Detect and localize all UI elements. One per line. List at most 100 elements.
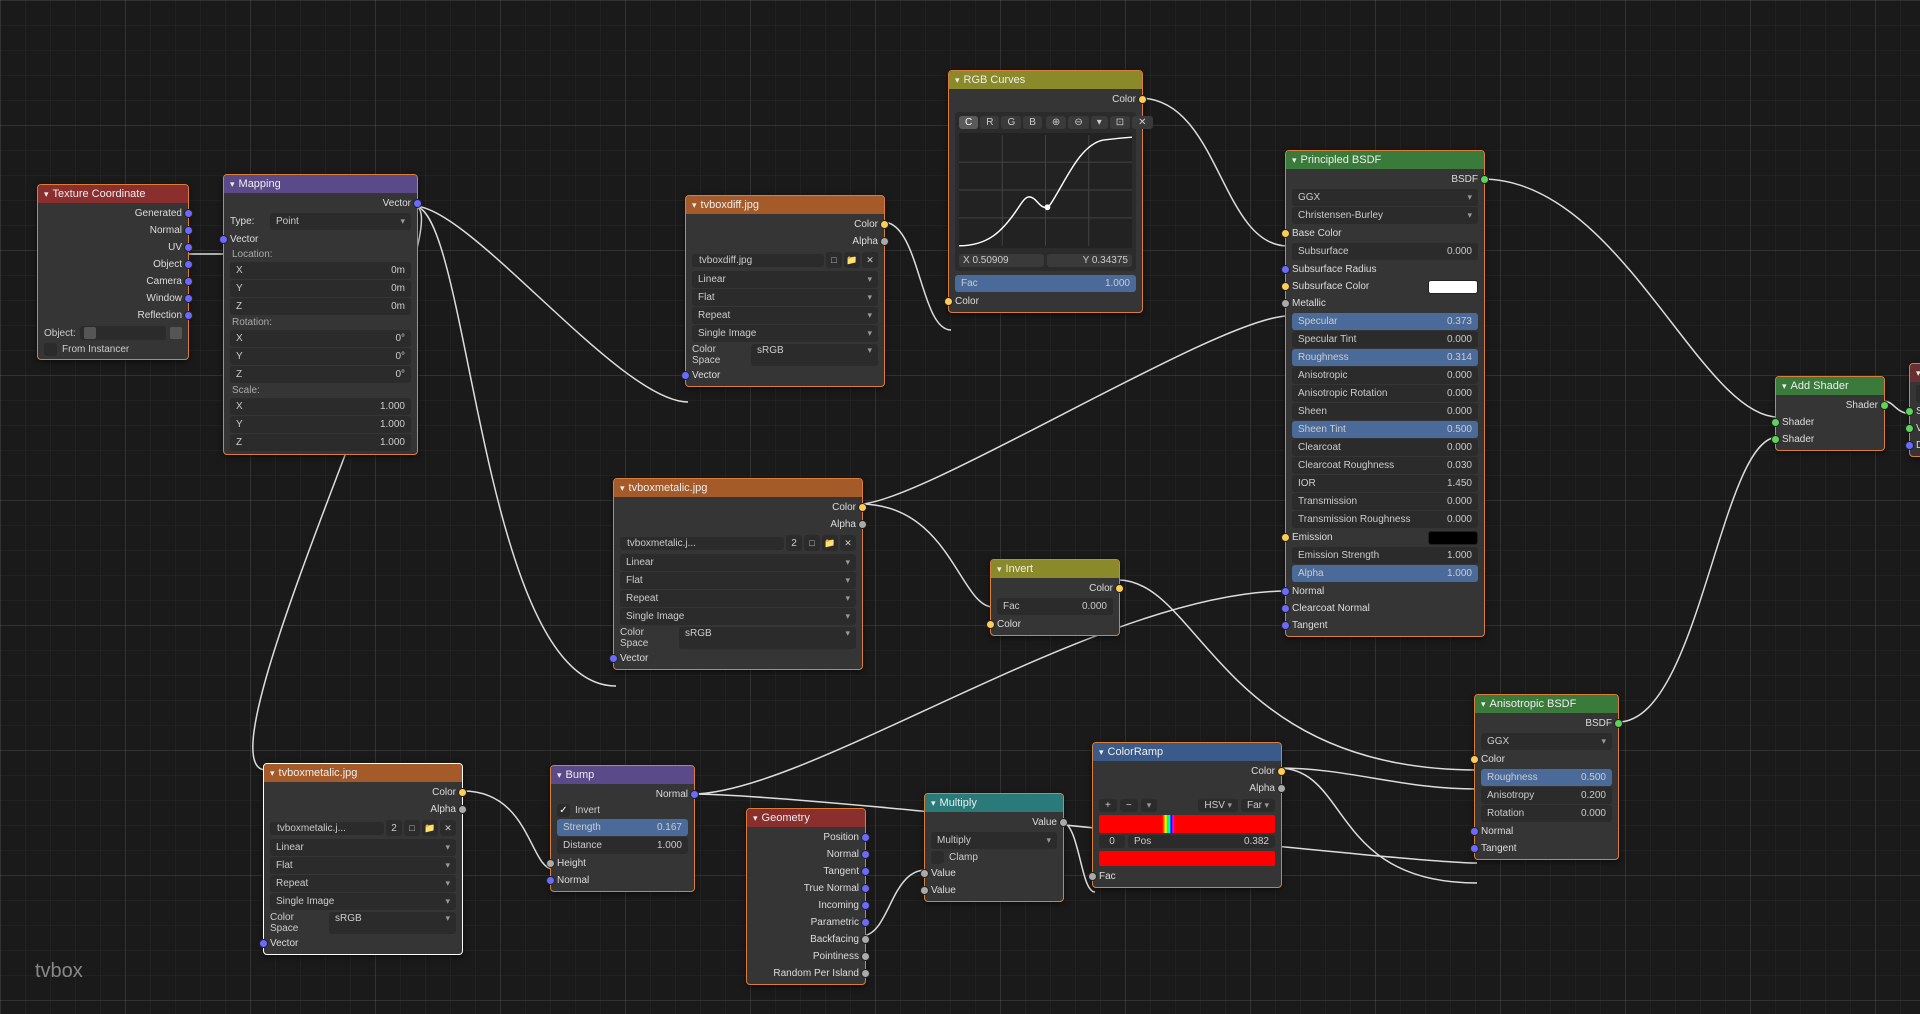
anisotropy-slider[interactable]: Anisotropy0.200 [1481,787,1612,804]
open-image-icon[interactable]: 📁 [422,820,438,836]
interpolation-dropdown[interactable]: Far [1241,799,1275,812]
node-anisotropic-bsdf[interactable]: Anisotropic BSDF BSDF GGX Color Roughnes… [1474,694,1619,860]
location-z[interactable]: Z0m [230,298,411,315]
color-ramp-gradient[interactable] [1099,815,1275,833]
node-image-texture-metallic-2[interactable]: tvboxmetalic.jpg Color Alpha tvboxmetali… [263,763,463,955]
new-image-icon[interactable]: □ [404,820,420,836]
node-invert[interactable]: Invert Color Fac0.000 Color [990,559,1120,636]
target-dropdown[interactable]: All [1916,385,1920,402]
location-y[interactable]: Y0m [230,280,411,297]
node-header[interactable]: Anisotropic BSDF [1475,695,1618,713]
stop-index[interactable]: 0 [1099,835,1125,848]
object-selector[interactable]: Object: [38,324,188,342]
colormode-dropdown[interactable]: HSV [1198,799,1238,812]
unlink-icon[interactable]: ✕ [862,252,878,268]
slider-specular[interactable]: Specular0.373 [1292,313,1478,330]
image-selector[interactable]: tvboxmetalic.j...2□📁✕ [614,533,862,553]
channel-g-tab[interactable]: G [1001,116,1021,129]
clip-icon[interactable]: ⊡ [1110,116,1130,129]
node-header[interactable]: Texture Coordinate [38,185,188,203]
colorspace-dropdown[interactable]: Color SpacesRGB [264,911,462,935]
node-header[interactable]: Mapping [224,175,417,193]
new-image-icon[interactable]: □ [804,535,820,551]
slider-roughness[interactable]: Roughness0.314 [1292,349,1478,366]
add-stop-icon[interactable]: + [1099,799,1117,812]
node-header[interactable]: Bump [551,766,694,784]
sss-method-dropdown[interactable]: Christensen-Burley [1292,207,1478,224]
open-image-icon[interactable]: 📁 [844,252,860,268]
unlink-icon[interactable]: ✕ [840,535,856,551]
slider-transmission[interactable]: Transmission0.000 [1292,493,1478,510]
node-header[interactable]: Geometry [747,809,865,827]
fac-slider[interactable]: Fac1.000 [955,275,1136,292]
node-header[interactable]: Principled BSDF [1286,151,1484,169]
slider-emission-strength[interactable]: Emission Strength1.000 [1292,547,1478,564]
slider-anisotropic[interactable]: Anisotropic0.000 [1292,367,1478,384]
stop-color-swatch[interactable] [1099,851,1275,866]
zoom-out-icon[interactable]: ⊖ [1068,116,1088,129]
distribution-dropdown[interactable]: GGX [1481,733,1612,750]
scale-x[interactable]: X1.000 [230,398,411,415]
rotation-z[interactable]: Z0° [230,366,411,383]
node-bump[interactable]: Bump Normal Invert Strength0.167 Distanc… [550,765,695,892]
node-header[interactable]: RGB Curves [949,71,1142,89]
node-add-shader[interactable]: Add Shader Shader Shader Shader [1775,376,1885,451]
delete-point-icon[interactable]: ✕ [1132,116,1152,129]
extension-dropdown[interactable]: Repeat [620,590,856,607]
interpolation-dropdown[interactable]: Linear [620,554,856,571]
slider-sheen[interactable]: Sheen0.000 [1292,403,1478,420]
channel-c-tab[interactable]: C [959,116,978,129]
node-geometry[interactable]: Geometry Position Normal Tangent True No… [746,808,866,985]
image-selector[interactable]: tvboxdiff.jpg□📁✕ [686,250,884,270]
node-material-output[interactable]: Material Output All Surface Volume Displ… [1909,363,1920,457]
tools-dropdown[interactable] [1141,799,1158,812]
source-dropdown[interactable]: Single Image [270,893,456,910]
extension-dropdown[interactable]: Repeat [692,307,878,324]
node-mapping[interactable]: Mapping Vector Type:Point Vector Locatio… [223,174,418,455]
unlink-icon[interactable]: ✕ [440,820,456,836]
slider-anisotropic-rotation[interactable]: Anisotropic Rotation0.000 [1292,385,1478,402]
node-header[interactable]: tvboxmetalic.jpg [614,479,862,497]
distribution-dropdown[interactable]: GGX [1292,189,1478,206]
operation-dropdown[interactable]: Multiply [931,832,1057,849]
slider-ior[interactable]: IOR1.450 [1292,475,1478,492]
interpolation-dropdown[interactable]: Linear [270,839,456,856]
color-input-3[interactable]: Subsurface Color [1286,278,1484,295]
image-selector[interactable]: tvboxmetalic.j...2□📁✕ [264,818,462,838]
slider-sheen-tint[interactable]: Sheen Tint0.500 [1292,421,1478,438]
slider-subsurface[interactable]: Subsurface0.000 [1292,243,1478,260]
slider-alpha[interactable]: Alpha1.000 [1292,565,1478,582]
channel-b-tab[interactable]: B [1023,116,1042,129]
slider-specular-tint[interactable]: Specular Tint0.000 [1292,331,1478,348]
from-instancer-checkbox[interactable]: From Instancer [38,342,188,357]
node-header[interactable]: Add Shader [1776,377,1884,395]
source-dropdown[interactable]: Single Image [620,608,856,625]
strength-slider[interactable]: Strength0.167 [557,819,688,836]
scale-y[interactable]: Y1.000 [230,416,411,433]
node-rgb-curves[interactable]: RGB Curves Color C R G B ⊕ ⊖ ▾ ⊡ ✕ [948,70,1143,313]
node-image-texture-metallic[interactable]: tvboxmetalic.jpg Color Alpha tvboxmetali… [613,478,863,670]
distance-slider[interactable]: Distance1.000 [557,837,688,854]
extension-dropdown[interactable]: Repeat [270,875,456,892]
colorspace-dropdown[interactable]: Color SpacesRGB [614,626,862,650]
colorspace-dropdown[interactable]: Color SpacesRGB [686,343,884,367]
node-colorramp[interactable]: ColorRamp Color Alpha + − HSV Far 0 Pos0… [1092,742,1282,888]
pos-slider[interactable]: Pos0.382 [1128,835,1275,848]
color-input-17[interactable]: Emission [1286,529,1484,546]
eyedropper-icon[interactable] [170,327,182,339]
node-header[interactable]: Material Output [1910,364,1920,382]
node-texture-coordinate[interactable]: Texture Coordinate Generated Normal UV O… [37,184,189,360]
node-header[interactable]: ColorRamp [1093,743,1281,761]
slider-clearcoat[interactable]: Clearcoat0.000 [1292,439,1478,456]
fac-slider[interactable]: Fac0.000 [997,598,1113,615]
projection-dropdown[interactable]: Flat [270,857,456,874]
location-x[interactable]: X0m [230,262,411,279]
invert-checkbox[interactable]: Invert [551,803,694,818]
open-image-icon[interactable]: 📁 [822,535,838,551]
node-header[interactable]: tvboxdiff.jpg [686,196,884,214]
node-header[interactable]: tvboxmetalic.jpg [264,764,462,782]
remove-stop-icon[interactable]: − [1120,799,1138,812]
slider-clearcoat-roughness[interactable]: Clearcoat Roughness0.030 [1292,457,1478,474]
clamp-checkbox[interactable]: Clamp [925,850,1063,865]
projection-dropdown[interactable]: Flat [620,572,856,589]
